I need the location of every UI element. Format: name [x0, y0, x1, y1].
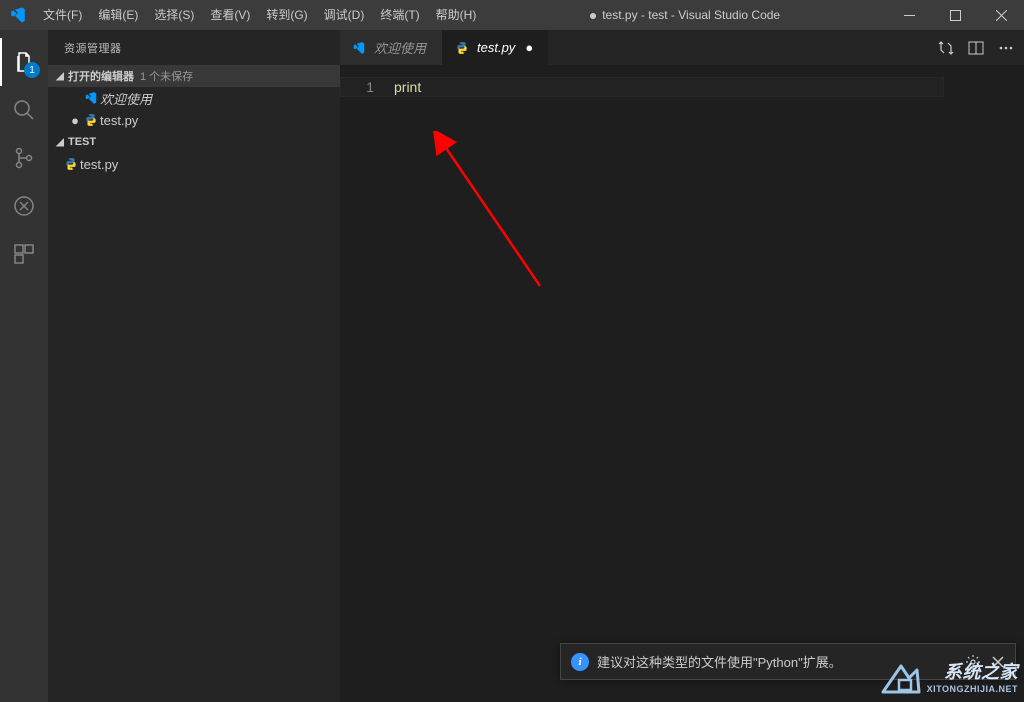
- gear-icon[interactable]: [965, 654, 981, 670]
- activity-bar: 1: [0, 30, 48, 702]
- activity-explorer[interactable]: 1: [0, 38, 48, 86]
- menu-view[interactable]: 查看(V): [202, 0, 258, 30]
- sidebar-explorer: 资源管理器 ◢ 打开的编辑器 1 个未保存 欢迎使用 ● test.py ◢ T…: [48, 30, 340, 702]
- open-editor-testpy[interactable]: ● test.py: [48, 109, 340, 131]
- menu-terminal[interactable]: 终端(T): [372, 0, 427, 30]
- menu-bar: 文件(F) 编辑(E) 选择(S) 查看(V) 转到(G) 调试(D) 终端(T…: [35, 0, 484, 30]
- window-controls: [886, 0, 1024, 30]
- modified-dot-icon: ●: [68, 113, 82, 128]
- code-token: print: [394, 79, 421, 95]
- tab-welcome[interactable]: 欢迎使用: [340, 30, 443, 65]
- open-editor-welcome[interactable]: 欢迎使用: [48, 87, 340, 109]
- modified-dot-icon: ●: [521, 40, 537, 55]
- menu-debug[interactable]: 调试(D): [316, 0, 373, 30]
- vscode-icon: [82, 91, 100, 105]
- open-editors-count: 1 个未保存: [140, 68, 193, 84]
- open-editor-label: 欢迎使用: [100, 89, 152, 108]
- sidebar-title: 资源管理器: [48, 30, 340, 65]
- file-name-label: test.py: [80, 157, 118, 172]
- tab-testpy[interactable]: test.py ●: [443, 30, 548, 65]
- activity-search[interactable]: [0, 86, 48, 134]
- chevron-down-icon: ◢: [52, 137, 68, 148]
- activity-source-control[interactable]: [0, 134, 48, 182]
- vscode-logo-icon: [0, 6, 35, 24]
- maximize-button[interactable]: [932, 0, 978, 30]
- workspace-name: TEST: [68, 136, 96, 148]
- python-file-icon: [453, 41, 471, 55]
- editor-area: 欢迎使用 test.py ●: [340, 30, 1024, 702]
- python-file-icon: [82, 113, 100, 127]
- editor-actions: [938, 30, 1024, 65]
- menu-file[interactable]: 文件(F): [35, 0, 90, 30]
- line-numbers: 1: [340, 71, 392, 702]
- editor-tabs: 欢迎使用 test.py ●: [340, 30, 1024, 65]
- menu-selection[interactable]: 选择(S): [146, 0, 202, 30]
- window-title: test.py - test - Visual Studio Code: [484, 8, 886, 22]
- vscode-icon: [350, 41, 368, 55]
- unsaved-dot-icon: [590, 13, 596, 19]
- menu-go[interactable]: 转到(G): [258, 0, 315, 30]
- workspace-header[interactable]: ◢ TEST: [48, 131, 340, 153]
- close-button[interactable]: [978, 0, 1024, 30]
- notification-message: 建议对这种类型的文件使用"Python"扩展。: [597, 652, 955, 671]
- explorer-badge: 1: [24, 62, 40, 78]
- line-number: 1: [340, 77, 374, 97]
- activity-extensions[interactable]: [0, 230, 48, 278]
- open-editors-label: 打开的编辑器: [68, 68, 134, 84]
- python-file-icon: [62, 157, 80, 171]
- menu-edit[interactable]: 编辑(E): [90, 0, 146, 30]
- tab-label: 欢迎使用: [368, 38, 432, 57]
- notification-toast: i 建议对这种类型的文件使用"Python"扩展。: [560, 643, 1016, 680]
- code-editor[interactable]: 1 print: [340, 71, 1024, 702]
- compare-changes-icon[interactable]: [938, 40, 954, 56]
- close-icon[interactable]: [991, 655, 1005, 669]
- info-icon: i: [571, 653, 589, 671]
- open-editors-header[interactable]: ◢ 打开的编辑器 1 个未保存: [48, 65, 340, 87]
- open-editor-label: test.py: [100, 113, 138, 128]
- chevron-down-icon: ◢: [52, 71, 68, 82]
- code-content[interactable]: print: [392, 71, 1024, 702]
- activity-debug[interactable]: [0, 182, 48, 230]
- tab-label: test.py: [471, 40, 521, 55]
- menu-help[interactable]: 帮助(H): [428, 0, 485, 30]
- split-editor-icon[interactable]: [968, 40, 984, 56]
- titlebar: 文件(F) 编辑(E) 选择(S) 查看(V) 转到(G) 调试(D) 终端(T…: [0, 0, 1024, 30]
- file-tree-testpy[interactable]: test.py: [48, 153, 340, 175]
- minimize-button[interactable]: [886, 0, 932, 30]
- more-actions-icon[interactable]: [998, 40, 1014, 56]
